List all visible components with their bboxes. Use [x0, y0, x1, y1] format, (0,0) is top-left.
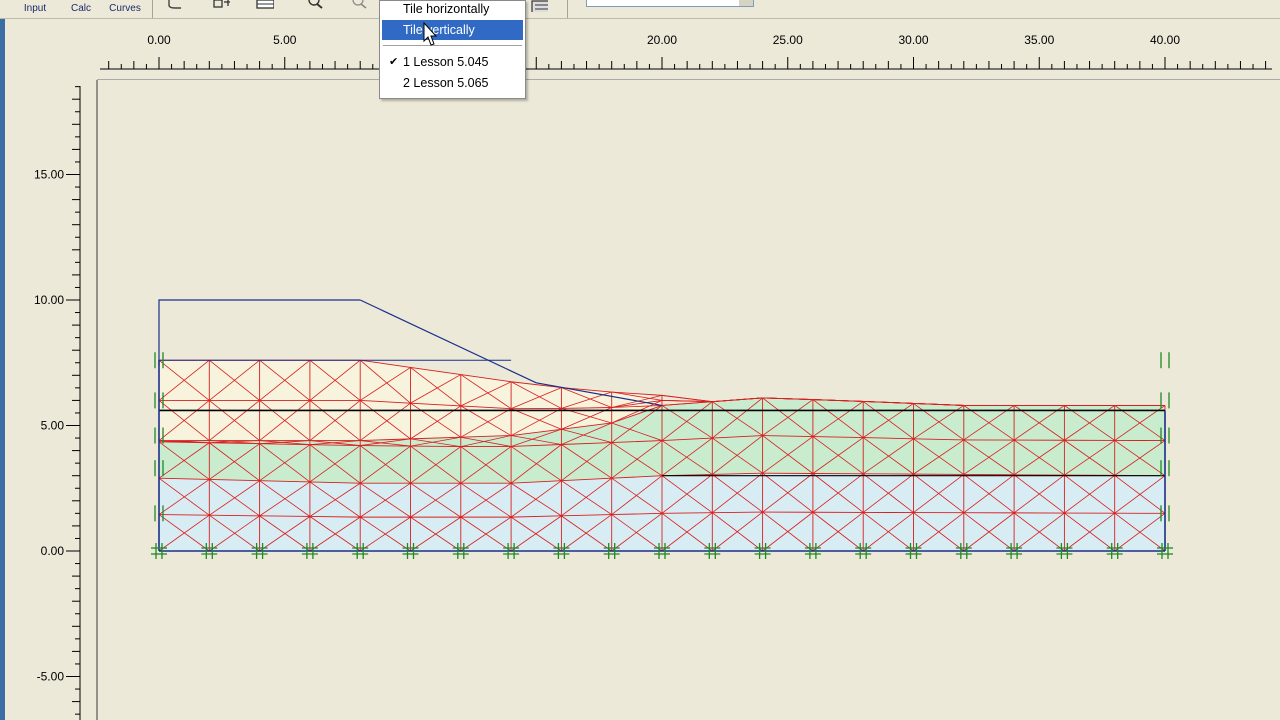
- ruler-label: 5.00: [41, 419, 65, 433]
- menu-item-tile-vertically[interactable]: Tile vertically: [382, 20, 523, 40]
- horizontal-ruler: 0.005.0010.0020.0025.0030.0035.0040.00: [100, 33, 1272, 70]
- mouse-cursor-icon: [423, 22, 438, 46]
- ruler-label: 5.00: [273, 33, 297, 47]
- ruler-label: -5.00: [37, 670, 65, 684]
- ruler-label: 20.00: [647, 33, 677, 47]
- check-icon: ✔: [389, 56, 399, 68]
- ruler-label: 0.00: [41, 544, 65, 558]
- ruler-label: 15.00: [34, 168, 64, 182]
- vertical-ruler: 15.00 10.00 5.00 0.00 -5.00: [34, 86, 81, 720]
- menu-item-label: Tile horizontally: [403, 2, 490, 16]
- ruler-label: 30.00: [898, 33, 928, 47]
- menu-item-label: 1 Lesson 5.045: [403, 55, 489, 69]
- menu-separator: [383, 45, 522, 46]
- menu-item-label: 2 Lesson 5.065: [403, 76, 489, 90]
- menu-item-lesson-5065[interactable]: 2 Lesson 5.065: [382, 73, 523, 93]
- menu-item-tile-horizontally[interactable]: Tile horizontally: [382, 0, 523, 19]
- ruler-label: 40.00: [1150, 33, 1180, 47]
- ruler-label: 0.00: [147, 33, 171, 47]
- model-canvas[interactable]: 0.00 5.00 10.00 20.00 25.00 30.00 35.00 40.00 1…: [0, 0, 1280, 720]
- ruler-label: 10.00: [34, 293, 64, 307]
- ruler-label: 25.00: [773, 33, 803, 47]
- ruler-label: 35.00: [1024, 33, 1054, 47]
- menu-item-lesson-5045[interactable]: ✔ 1 Lesson 5.045: [382, 52, 523, 72]
- window-menu: Tile horizontally Tile vertically ✔ 1 Le…: [379, 0, 526, 99]
